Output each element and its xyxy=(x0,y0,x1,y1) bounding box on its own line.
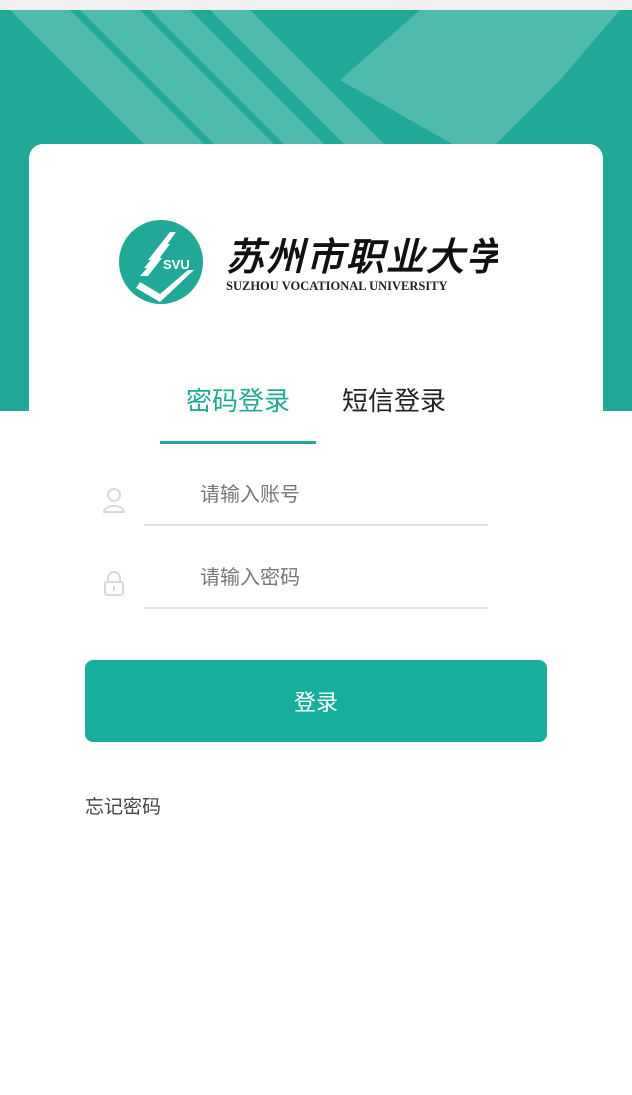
browser-top-bar xyxy=(0,0,632,10)
tab-sms-login[interactable]: 短信登录 xyxy=(316,372,472,444)
login-button[interactable]: 登录 xyxy=(85,660,547,742)
login-tabs: 密码登录 短信登录 xyxy=(160,372,472,444)
university-name-en: SUZHOU VOCATIONAL UNIVERSITY xyxy=(226,279,448,293)
emblem-text: SVU xyxy=(163,257,190,272)
lock-icon xyxy=(100,569,128,597)
user-icon xyxy=(100,486,128,514)
forgot-password-link[interactable]: 忘记密码 xyxy=(85,792,161,819)
active-tab-indicator xyxy=(160,441,316,444)
account-input[interactable] xyxy=(144,464,488,526)
account-field xyxy=(100,464,490,528)
university-logo: SVU 苏州市职业大学 SUZHOU VOCATIONAL UNIVERSITY xyxy=(118,218,507,310)
university-name-cn: 苏州市职业大学 xyxy=(226,234,498,279)
password-input[interactable] xyxy=(144,547,488,609)
password-field xyxy=(100,547,490,611)
tab-password-login[interactable]: 密码登录 xyxy=(160,372,316,444)
emblem-circle xyxy=(119,220,203,304)
